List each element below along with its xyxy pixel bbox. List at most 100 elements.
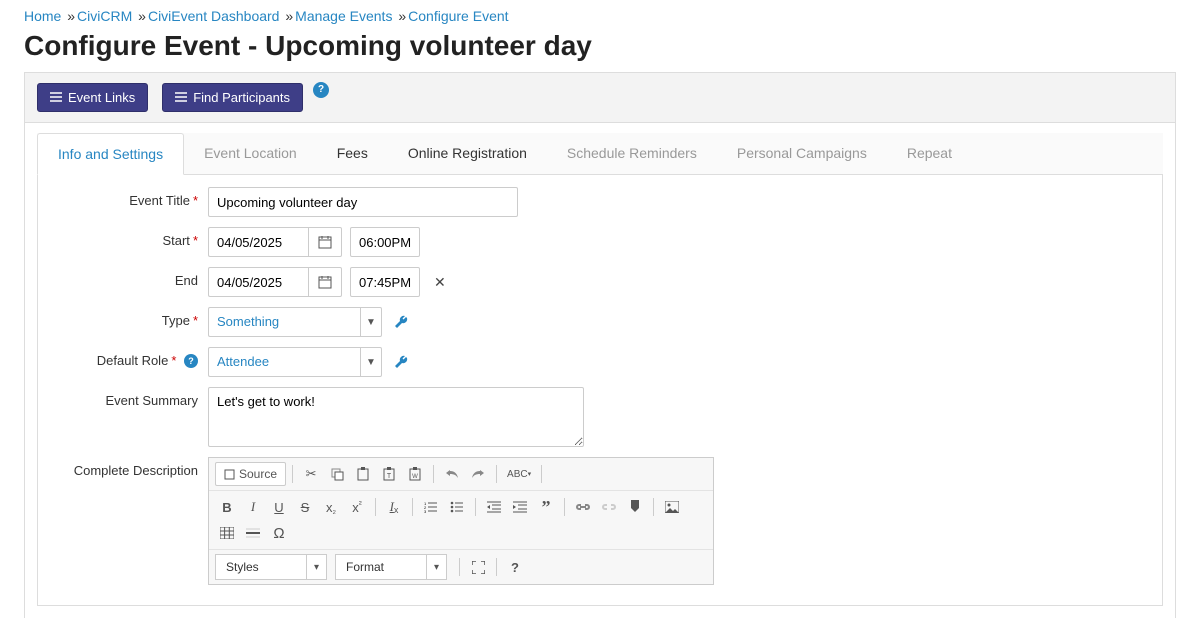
required-marker: * <box>193 233 198 248</box>
redo-icon[interactable] <box>466 462 490 486</box>
remove-format-icon[interactable]: Ix <box>382 495 406 519</box>
cut-icon[interactable]: ✂ <box>299 462 323 486</box>
numbered-list-icon[interactable]: 123 <box>419 495 443 519</box>
tab-event-location[interactable]: Event Location <box>184 133 317 174</box>
wrench-icon[interactable] <box>390 314 412 331</box>
config-panel: Event Links Find Participants ? Info and… <box>24 72 1176 618</box>
rte-toolbar-row-1: Source ✂ T <box>209 458 713 490</box>
tab-repeat[interactable]: Repeat <box>887 133 972 174</box>
row-type: Type* Something ▼ <box>48 307 1152 337</box>
rte-sep <box>412 498 413 516</box>
anchor-icon[interactable] <box>623 495 647 519</box>
summary-textarea[interactable]: Let's get to work! <box>208 387 584 447</box>
svg-text:T: T <box>387 473 392 480</box>
calendar-icon[interactable] <box>308 227 342 257</box>
tab-fees[interactable]: Fees <box>317 133 388 174</box>
clear-end-icon[interactable]: ✕ <box>428 274 452 291</box>
spellcheck-icon[interactable]: ABC▾ <box>503 462 535 486</box>
type-select-value[interactable]: Something <box>208 307 360 337</box>
required-marker: * <box>193 313 198 328</box>
rte-sep <box>541 465 542 483</box>
special-char-icon[interactable]: Ω <box>267 521 291 545</box>
tab-info-settings[interactable]: Info and Settings <box>37 133 184 175</box>
label-summary: Event Summary <box>48 387 208 408</box>
horizontal-rule-icon[interactable] <box>241 521 265 545</box>
rte-sep <box>375 498 376 516</box>
event-title-input[interactable] <box>208 187 518 217</box>
end-time-input[interactable] <box>350 267 420 297</box>
blockquote-icon[interactable]: ” <box>534 495 558 519</box>
breadcrumb-dashboard[interactable]: CiviEvent Dashboard <box>148 8 280 24</box>
document-icon <box>224 469 235 480</box>
rich-text-editor: Source ✂ T <box>208 457 714 585</box>
rte-source-button[interactable]: Source <box>215 462 286 486</box>
rte-format-label: Format <box>336 560 426 574</box>
event-links-button[interactable]: Event Links <box>37 83 148 112</box>
paste-text-icon[interactable]: T <box>377 462 401 486</box>
event-links-label: Event Links <box>68 90 135 105</box>
image-icon[interactable] <box>660 495 684 519</box>
rte-format-dropdown[interactable]: Format ▾ <box>335 554 447 580</box>
hamburger-icon <box>50 90 62 105</box>
rte-styles-dropdown[interactable]: Styles ▾ <box>215 554 327 580</box>
role-select[interactable]: Attendee ▼ <box>208 347 382 377</box>
breadcrumb-sep: » <box>67 8 75 24</box>
breadcrumb-sep: » <box>398 8 406 24</box>
maximize-icon[interactable] <box>466 555 490 579</box>
required-marker: * <box>171 353 176 368</box>
type-select[interactable]: Something ▼ <box>208 307 382 337</box>
wrench-icon[interactable] <box>390 354 412 371</box>
rte-sep <box>459 558 460 576</box>
copy-icon[interactable] <box>325 462 349 486</box>
breadcrumb-civicrm[interactable]: CiviCRM <box>77 8 132 24</box>
tabs: Info and Settings Event Location Fees On… <box>37 133 1163 175</box>
rte-styles-label: Styles <box>216 560 306 574</box>
breadcrumb-home[interactable]: Home <box>24 8 61 24</box>
rte-sep <box>292 465 293 483</box>
breadcrumb-current[interactable]: Configure Event <box>408 8 508 24</box>
tab-personal-campaigns[interactable]: Personal Campaigns <box>717 133 887 174</box>
row-default-role: Default Role* ? Attendee ▼ <box>48 347 1152 377</box>
paste-word-icon[interactable]: W <box>403 462 427 486</box>
role-select-value[interactable]: Attendee <box>208 347 360 377</box>
end-date-group <box>208 267 342 297</box>
rte-sep <box>653 498 654 516</box>
breadcrumb: Home »CiviCRM »CiviEvent Dashboard »Mana… <box>0 0 1200 28</box>
undo-icon[interactable] <box>440 462 464 486</box>
italic-icon[interactable]: I <box>241 495 265 519</box>
calendar-icon[interactable] <box>308 267 342 297</box>
label-default-role: Default Role* ? <box>48 347 208 369</box>
action-bar: Event Links Find Participants ? <box>25 73 1175 123</box>
indent-icon[interactable] <box>508 495 532 519</box>
help-icon[interactable]: ? <box>313 82 329 98</box>
outdent-icon[interactable] <box>482 495 506 519</box>
table-icon[interactable] <box>215 521 239 545</box>
breadcrumb-manage[interactable]: Manage Events <box>295 8 392 24</box>
strike-icon[interactable]: S <box>293 495 317 519</box>
superscript-icon[interactable]: x² <box>345 495 369 519</box>
end-date-input[interactable] <box>208 267 308 297</box>
caret-down-icon[interactable]: ▼ <box>360 347 382 377</box>
underline-icon[interactable]: U <box>267 495 291 519</box>
start-time-input[interactable] <box>350 227 420 257</box>
link-icon[interactable] <box>571 495 595 519</box>
bulleted-list-icon[interactable] <box>445 495 469 519</box>
find-participants-button[interactable]: Find Participants <box>162 83 303 112</box>
bold-icon[interactable]: B <box>215 495 239 519</box>
tab-online-registration[interactable]: Online Registration <box>388 133 547 174</box>
about-icon[interactable]: ? <box>503 555 527 579</box>
label-type: Type* <box>48 307 208 328</box>
caret-down-icon[interactable]: ▼ <box>360 307 382 337</box>
paste-icon[interactable] <box>351 462 375 486</box>
start-date-input[interactable] <box>208 227 308 257</box>
subscript-icon[interactable]: x₂ <box>319 495 343 519</box>
row-summary: Event Summary Let's get to work! <box>48 387 1152 447</box>
row-event-title: Event Title* <box>48 187 1152 217</box>
unlink-icon[interactable] <box>597 495 621 519</box>
tab-schedule-reminders[interactable]: Schedule Reminders <box>547 133 717 174</box>
tabbed-form: Info and Settings Event Location Fees On… <box>25 123 1175 618</box>
help-icon[interactable]: ? <box>184 354 198 368</box>
rte-sep <box>496 465 497 483</box>
caret-down-icon: ▾ <box>426 555 446 579</box>
caret-down-icon: ▾ <box>306 555 326 579</box>
